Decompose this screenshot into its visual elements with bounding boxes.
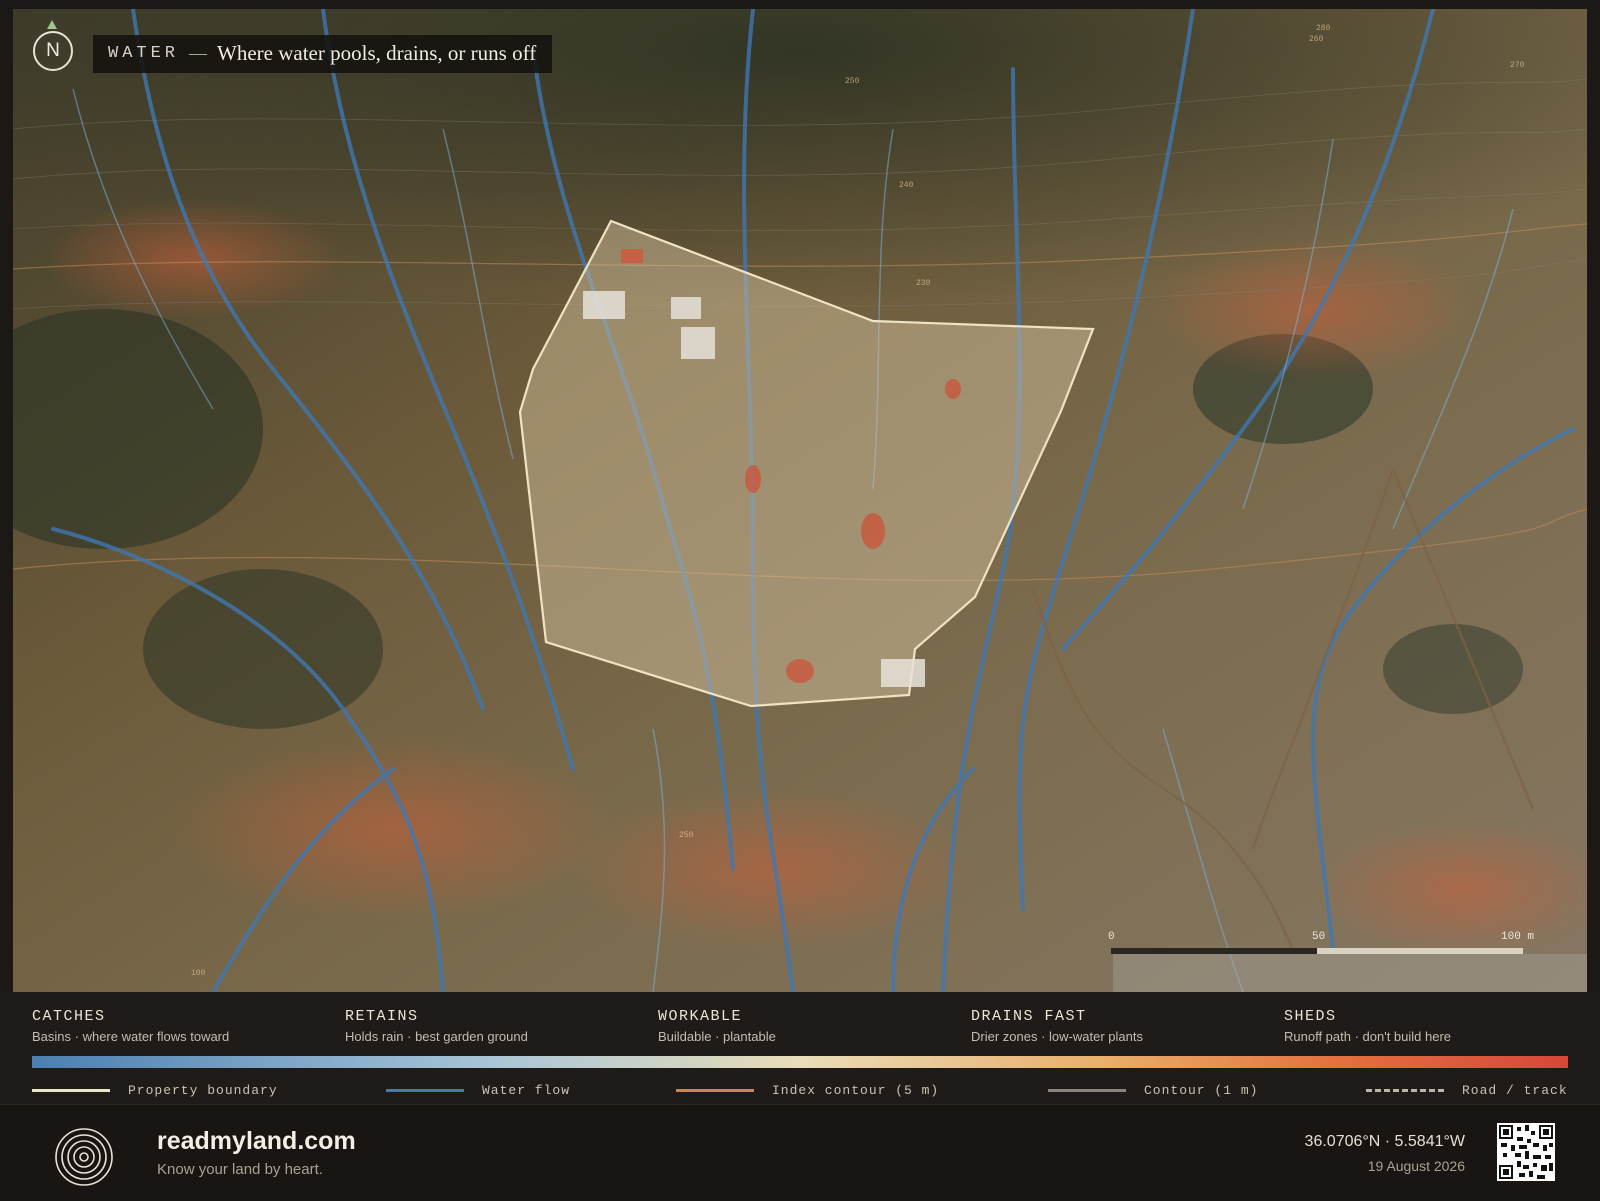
category-desc: Holds rain · best garden ground xyxy=(345,1029,528,1044)
contour-label: 260 xyxy=(1309,35,1324,44)
category-name: RETAINS xyxy=(345,1008,419,1025)
legend-category-sheds: SHEDS Runoff path · don't build here xyxy=(1284,1008,1584,1044)
legend-panel: CATCHES Basins · where water flows towar… xyxy=(0,992,1600,1104)
contour-label: 230 xyxy=(916,279,931,288)
key-label: Contour (1 m) xyxy=(1144,1083,1259,1098)
terrain-layer xyxy=(13,9,1587,992)
index-contour-line-icon xyxy=(676,1089,754,1092)
north-label: N xyxy=(46,40,60,61)
key-label: Water flow xyxy=(482,1083,571,1098)
scale-segment-dark xyxy=(1111,948,1317,954)
key-label: Road / track xyxy=(1462,1083,1568,1098)
coordinates: 36.0706°N · 5.5841°W xyxy=(1304,1133,1465,1150)
contour-line-icon xyxy=(1048,1089,1126,1092)
contour-label: 270 xyxy=(1510,61,1525,70)
legend-category-catches: CATCHES Basins · where water flows towar… xyxy=(32,1008,332,1044)
contour-label: 240 xyxy=(899,181,914,190)
road-dash-icon xyxy=(1366,1089,1444,1092)
north-arrow-icon xyxy=(47,20,57,29)
contour-label: 280 xyxy=(1316,24,1331,33)
spiral-logo-icon xyxy=(55,1128,113,1186)
scale-tick: 50 xyxy=(1312,931,1326,943)
north-indicator: N xyxy=(33,31,73,71)
map-view[interactable]: 280 260 270 250 240 230 250 100 N WATER … xyxy=(13,9,1587,992)
scale-bar: 0 50 100 m xyxy=(1108,931,1541,961)
key-label: Index contour (5 m) xyxy=(772,1083,940,1098)
category-name: DRAINS FAST xyxy=(971,1008,1087,1025)
category-desc: Buildable · plantable xyxy=(658,1029,776,1044)
title-dash: — xyxy=(189,43,208,63)
category-name: WORKABLE xyxy=(658,1008,743,1025)
qr-code-icon[interactable] xyxy=(1497,1123,1555,1181)
key-property-boundary: Property boundary xyxy=(32,1083,278,1098)
contour-label: 250 xyxy=(845,77,860,86)
scale-tick: 100 m xyxy=(1501,931,1535,943)
title-layer-name: WATER xyxy=(108,44,180,63)
legend-category-retains: RETAINS Holds rain · best garden ground xyxy=(345,1008,645,1044)
key-water-flow: Water flow xyxy=(386,1083,570,1098)
contour-label: 250 xyxy=(679,831,694,840)
title-subtitle: Where water pools, drains, or runs off xyxy=(217,41,537,65)
category-desc: Drier zones · low-water plants xyxy=(971,1029,1143,1044)
key-label: Property boundary xyxy=(128,1083,278,1098)
contour-label: 100 xyxy=(191,969,206,978)
legend-category-workable: WORKABLE Buildable · plantable xyxy=(658,1008,958,1044)
category-desc: Basins · where water flows toward xyxy=(32,1029,230,1044)
key-index-contour: Index contour (5 m) xyxy=(676,1083,939,1098)
brand-tagline: Know your land by heart. xyxy=(157,1161,323,1178)
map-date: 19 August 2026 xyxy=(1367,1158,1465,1174)
map-title: WATER — Where water pools, drains, or ru… xyxy=(93,35,553,73)
water-line-icon xyxy=(386,1089,464,1092)
category-name: CATCHES xyxy=(32,1008,106,1025)
key-road-track: Road / track xyxy=(1366,1083,1568,1098)
scale-segment-light xyxy=(1317,948,1523,954)
legend-category-drains-fast: DRAINS FAST Drier zones · low-water plan… xyxy=(971,1008,1271,1044)
category-desc: Runoff path · don't build here xyxy=(1284,1029,1452,1044)
category-name: SHEDS xyxy=(1284,1008,1337,1025)
scale-tick: 0 xyxy=(1108,931,1115,943)
footer: readmyland.com Know your land by heart. … xyxy=(0,1104,1600,1201)
key-contour: Contour (1 m) xyxy=(1048,1083,1258,1098)
brand-name[interactable]: readmyland.com xyxy=(157,1127,356,1156)
color-ramp xyxy=(32,1056,1568,1068)
boundary-line-icon xyxy=(32,1089,110,1092)
